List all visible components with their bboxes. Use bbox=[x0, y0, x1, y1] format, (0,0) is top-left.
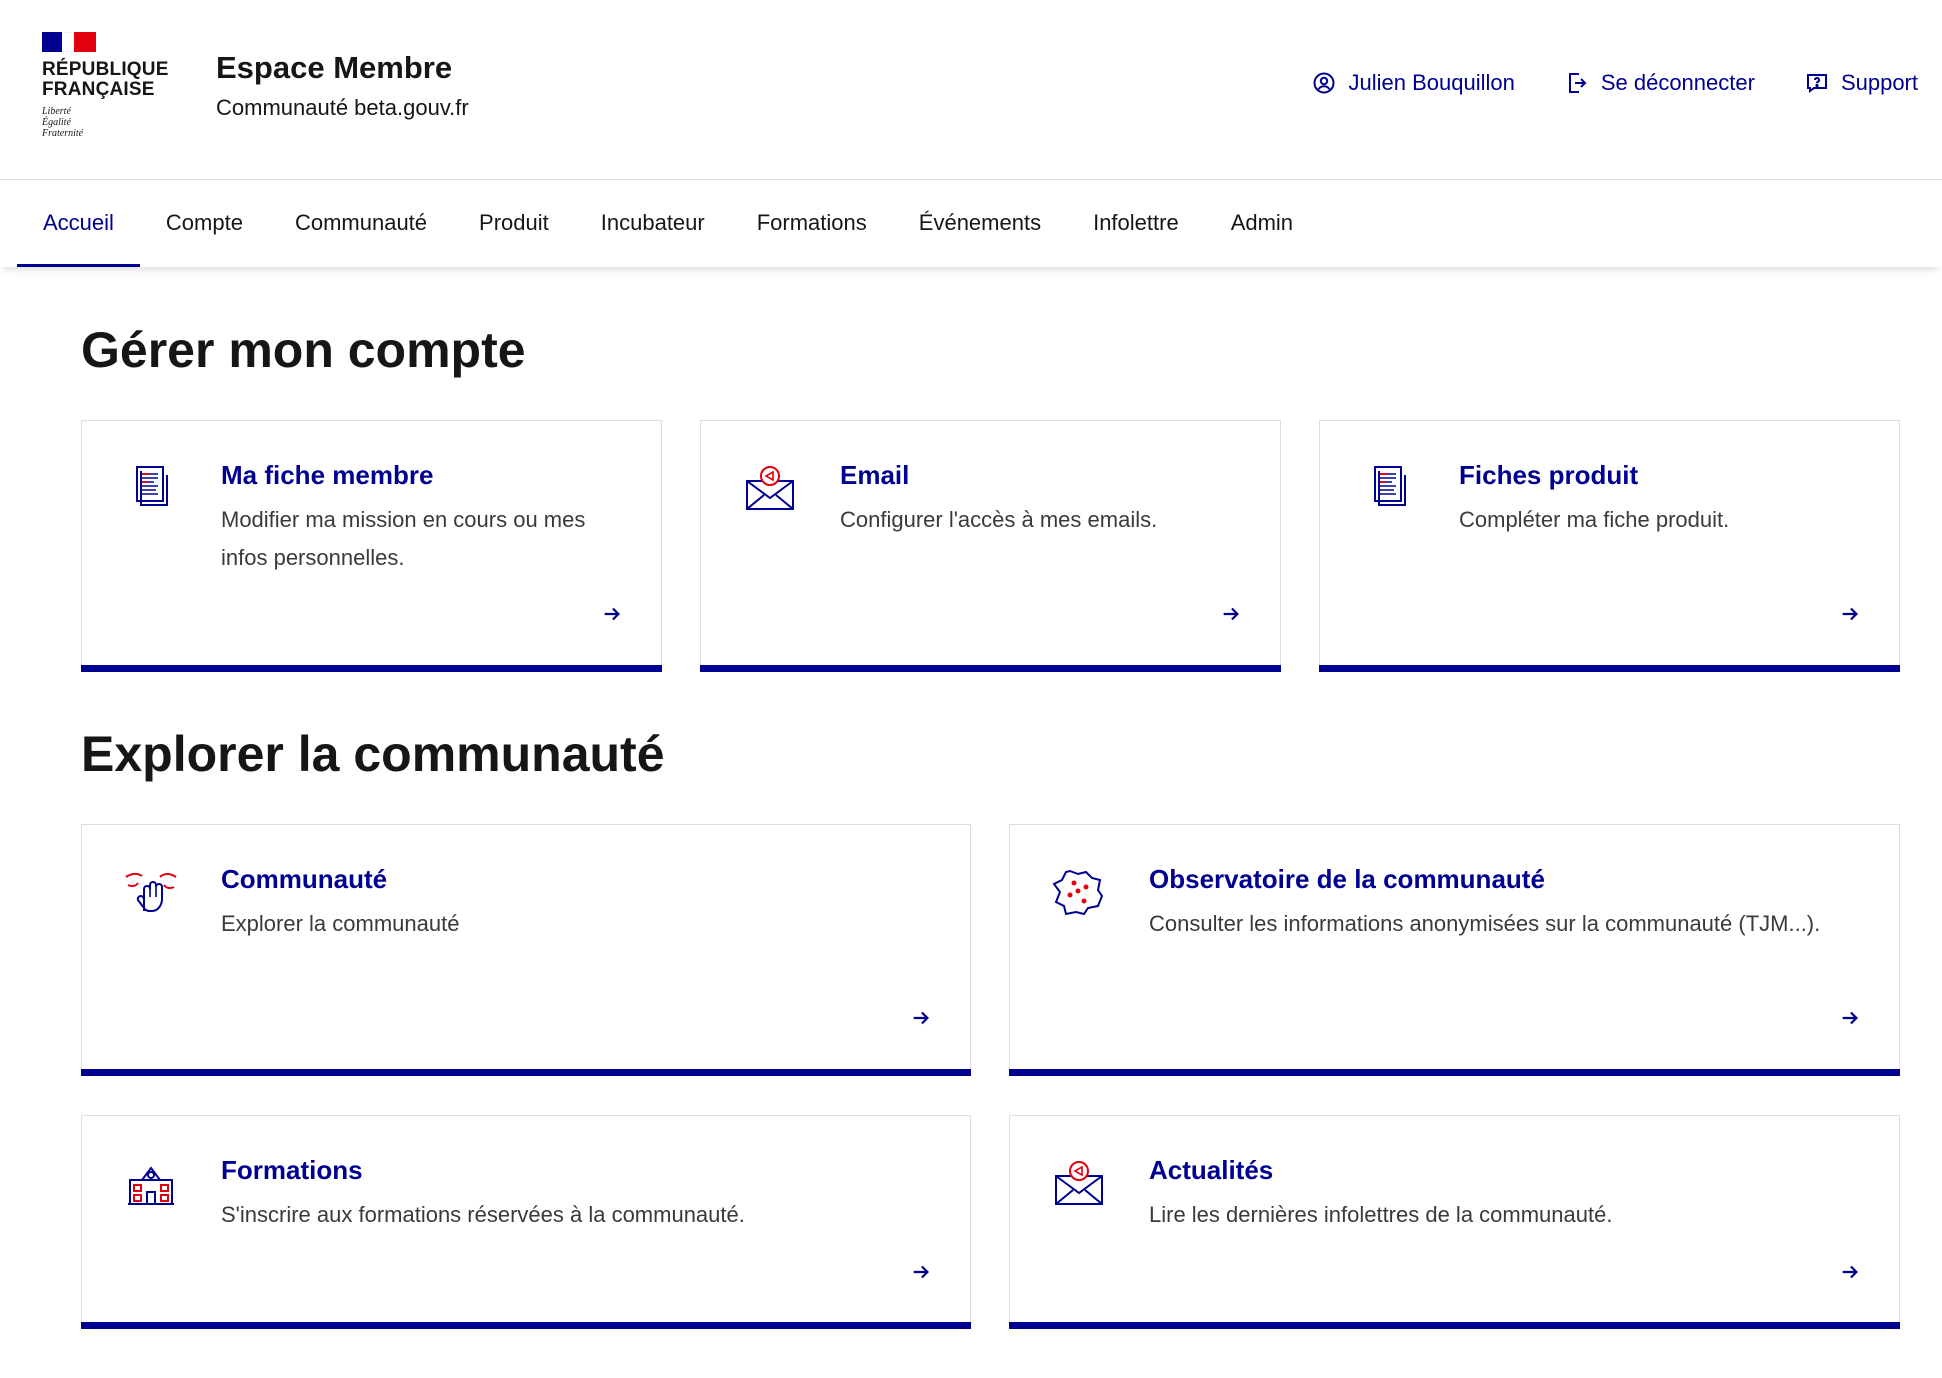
nav-item-communaute[interactable]: Communauté bbox=[269, 181, 453, 267]
community-hands-pictogram-icon bbox=[125, 872, 177, 912]
card-title: Ma fiche membre bbox=[221, 460, 434, 490]
user-name-label: Julien Bouquillon bbox=[1348, 70, 1515, 95]
service-title-block[interactable]: Espace Membre Communauté beta.gouv.fr bbox=[216, 48, 469, 122]
section-title-community: Explorer la communauté bbox=[81, 726, 665, 782]
mail-send-pictogram-icon bbox=[1055, 1161, 1103, 1205]
france-map-pictogram-icon bbox=[1052, 869, 1104, 916]
card-bottom-bar bbox=[81, 665, 662, 672]
republique-francaise-logo[interactable]: RÉPUBLIQUE FRANÇAISE Liberté Égalité Fra… bbox=[42, 32, 172, 139]
card-title: Observatoire de la communauté bbox=[1149, 864, 1545, 894]
arrow-right-icon bbox=[910, 1007, 932, 1029]
card-description: S'inscrire aux formations réservées à la… bbox=[221, 1202, 745, 1227]
nav-item-infolettre[interactable]: Infolettre bbox=[1067, 181, 1205, 267]
arrow-right-icon bbox=[1839, 1007, 1861, 1029]
card-title: Actualités bbox=[1149, 1155, 1274, 1185]
card-ma-fiche-membre[interactable]: Ma fiche membre Modifier ma mission en c… bbox=[81, 420, 662, 672]
nav-item-admin[interactable]: Admin bbox=[1205, 181, 1319, 267]
card-bottom-bar bbox=[81, 1322, 971, 1329]
card-title: Communauté bbox=[221, 864, 388, 894]
card-bottom-bar bbox=[1009, 1069, 1900, 1076]
main-navigation: Accueil Compte Communauté Produit Incuba… bbox=[0, 181, 1942, 267]
card-actualites[interactable]: Actualités Lire les dernières infolettre… bbox=[1009, 1115, 1900, 1329]
nav-item-incubateur[interactable]: Incubateur bbox=[575, 181, 731, 267]
document-pictogram-icon bbox=[1374, 466, 1406, 506]
nav-item-produit[interactable]: Produit bbox=[453, 181, 575, 267]
nav-item-compte[interactable]: Compte bbox=[140, 181, 269, 267]
user-profile-link[interactable]: Julien Bouquillon bbox=[1312, 70, 1515, 96]
nav-item-formations[interactable]: Formations bbox=[731, 181, 893, 267]
service-title: Espace Membre bbox=[216, 50, 453, 85]
arrow-right-icon bbox=[910, 1261, 932, 1283]
card-bottom-bar bbox=[1009, 1322, 1900, 1329]
school-building-pictogram-icon bbox=[128, 1166, 174, 1205]
arrow-right-icon bbox=[1220, 603, 1242, 625]
card-communaute[interactable]: Communauté Explorer la communauté bbox=[81, 824, 971, 1076]
logout-label: Se déconnecter bbox=[1600, 70, 1755, 95]
card-title: Formations bbox=[221, 1155, 363, 1185]
card-bottom-bar bbox=[81, 1069, 971, 1076]
header-tools: Julien Bouquillon Se déconnecter Support bbox=[1312, 70, 1918, 96]
card-description: Compléter ma fiche produit. bbox=[1459, 507, 1730, 532]
site-header: RÉPUBLIQUE FRANÇAISE Liberté Égalité Fra… bbox=[0, 0, 1942, 180]
card-description: Configurer l'accès à mes emails. bbox=[840, 507, 1158, 532]
section-title-account: Gérer mon compte bbox=[81, 322, 526, 378]
card-observatoire[interactable]: Observatoire de la communauté Consulter … bbox=[1009, 824, 1900, 1076]
card-description: Modifier ma mission en cours ou mes info… bbox=[221, 507, 586, 570]
nav-item-accueil[interactable]: Accueil bbox=[17, 181, 140, 267]
card-email[interactable]: Email Configurer l'accès à mes emails. bbox=[700, 420, 1281, 672]
card-description: Explorer la communauté bbox=[221, 911, 460, 936]
support-label: Support bbox=[1840, 70, 1918, 95]
french-flag-icon bbox=[42, 32, 96, 52]
arrow-right-icon bbox=[601, 603, 623, 625]
card-fiches-produit[interactable]: Fiches produit Compléter ma fiche produi… bbox=[1319, 420, 1900, 672]
logo-motto: Liberté Égalité Fraternité bbox=[42, 106, 84, 139]
mail-send-pictogram-icon bbox=[746, 466, 794, 510]
card-bottom-bar bbox=[1319, 665, 1900, 672]
question-box-icon bbox=[1806, 74, 1827, 93]
card-title: Email bbox=[840, 460, 910, 490]
card-description: Consulter les informations anonymisées s… bbox=[1149, 911, 1821, 936]
card-title: Fiches produit bbox=[1459, 460, 1639, 490]
account-circle-icon bbox=[1313, 72, 1335, 94]
document-pictogram-icon bbox=[136, 466, 168, 506]
support-link[interactable]: Support bbox=[1805, 70, 1918, 96]
card-description: Lire les dernières infolettres de la com… bbox=[1149, 1202, 1613, 1227]
nav-item-evenements[interactable]: Événements bbox=[893, 181, 1067, 267]
arrow-right-icon bbox=[1839, 603, 1861, 625]
service-tagline: Communauté beta.gouv.fr bbox=[216, 95, 469, 120]
arrow-right-icon bbox=[1839, 1261, 1861, 1283]
logout-box-icon bbox=[1568, 73, 1587, 93]
logo-republique-text: RÉPUBLIQUE FRANÇAISE bbox=[42, 59, 169, 100]
logout-link[interactable]: Se déconnecter bbox=[1565, 70, 1755, 96]
card-bottom-bar bbox=[700, 665, 1281, 672]
card-formations[interactable]: Formations S'inscrire aux formations rés… bbox=[81, 1115, 971, 1329]
